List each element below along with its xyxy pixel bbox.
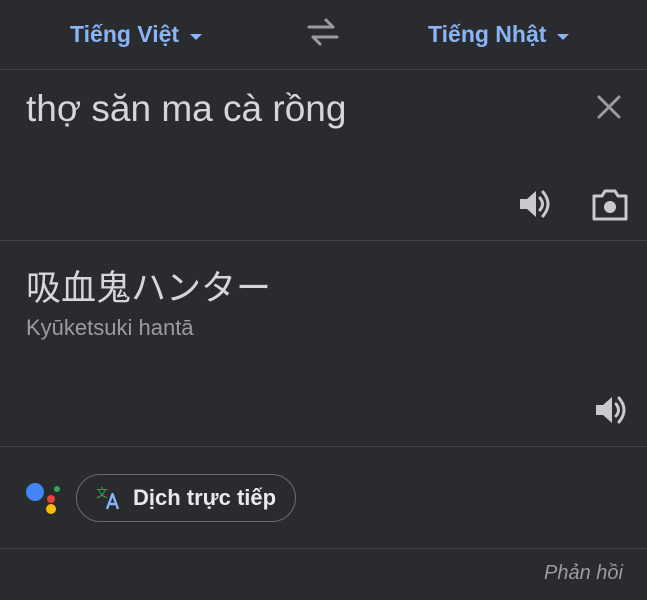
source-language-label: Tiếng Việt [70,20,180,47]
camera-translate-button[interactable] [590,186,630,224]
camera-icon [592,189,628,221]
svg-text:文: 文 [96,485,108,500]
swap-languages-button[interactable] [305,16,341,48]
romanization-text: Kyūketsuki hantā [26,315,194,340]
source-text-input[interactable]: thợ săn ma cà rồng [26,88,346,130]
divider [0,69,647,70]
target-language-label: Tiếng Nhật [428,20,547,47]
dropdown-caret-icon [190,33,203,40]
target-language-selector[interactable]: Tiếng Nhật [428,18,570,50]
language-bar: Tiếng Việt Tiếng Nhật [0,0,647,69]
divider [0,548,647,549]
speaker-icon [596,396,626,424]
dropdown-caret-icon [557,33,570,40]
google-assistant-icon [26,483,60,514]
translation-text: 吸血鬼ハンター [26,269,272,308]
feedback-link[interactable]: Phản hồi [544,562,623,585]
close-icon [597,95,621,119]
translate-icon: 文 [96,485,120,510]
source-language-selector[interactable]: Tiếng Việt [70,18,203,50]
clear-text-button[interactable] [592,90,626,124]
live-translate-label: Dịch trực tiếp [133,485,277,510]
target-listen-button[interactable] [592,391,630,429]
speaker-icon [520,190,550,218]
divider [0,446,647,447]
google-assistant-button[interactable] [24,478,64,518]
divider [0,240,647,241]
swap-arrows-icon [307,18,339,46]
source-listen-button[interactable] [516,185,554,223]
translate-app: Tiếng Việt Tiếng Nhật thợ săn ma cà rồng [0,0,647,600]
live-translate-button[interactable]: 文 Dịch trực tiếp [76,474,296,522]
